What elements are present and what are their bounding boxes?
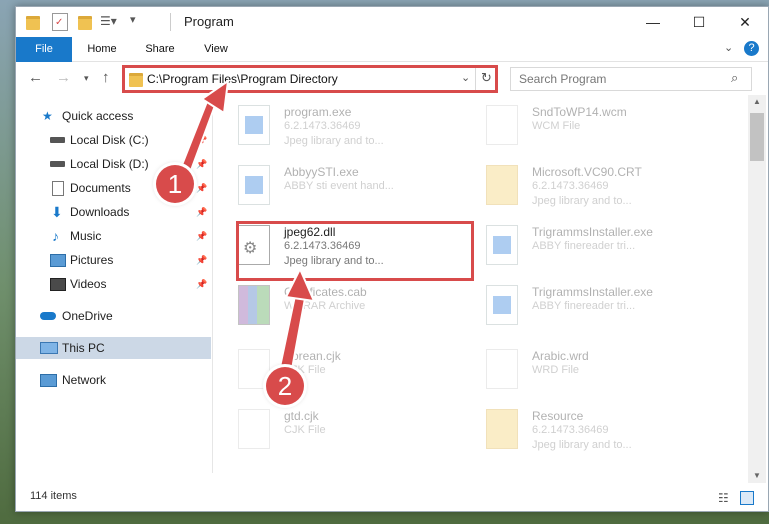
scroll-thumb[interactable] bbox=[750, 113, 764, 161]
file-item-sndtowp14-wcm[interactable]: SndToWP14.wcm WCM File bbox=[464, 99, 704, 155]
folder-icon bbox=[486, 165, 518, 205]
folder-icon bbox=[486, 409, 518, 449]
address-dropdown-icon[interactable]: ⌄ bbox=[461, 71, 470, 84]
folder-icon bbox=[26, 16, 40, 30]
file-item-abbyysti-exe[interactable]: AbbyySTI.exe ABBY sti event hand... bbox=[216, 159, 456, 215]
music-icon: ♪ bbox=[52, 228, 59, 244]
blank-file-icon bbox=[238, 409, 270, 449]
tab-home[interactable]: Home bbox=[78, 37, 126, 61]
sidebar-item-videos[interactable]: Videos 📌 bbox=[16, 273, 211, 295]
recent-locations-chevron-icon[interactable]: ▾ bbox=[84, 73, 89, 84]
sidebar-item-music[interactable]: ♪ Music 📌 bbox=[16, 225, 211, 247]
drive-icon bbox=[50, 137, 65, 143]
refresh-icon[interactable]: ↻ bbox=[481, 70, 492, 86]
title-divider bbox=[170, 13, 171, 31]
sidebar-item-onedrive[interactable]: OneDrive bbox=[16, 305, 211, 327]
step-1-badge: 1 bbox=[156, 165, 194, 203]
blank-file-icon bbox=[486, 349, 518, 389]
maximize-button[interactable]: ☐ bbox=[676, 7, 722, 37]
item-count: 114 items bbox=[30, 490, 77, 502]
pin-icon[interactable]: 📌 bbox=[196, 273, 207, 295]
sidebar-item-pictures[interactable]: Pictures 📌 bbox=[16, 249, 211, 271]
expand-ribbon-icon[interactable]: ⌄ bbox=[724, 41, 733, 54]
pin-icon[interactable]: 📌 bbox=[196, 201, 207, 223]
network-icon bbox=[40, 374, 57, 387]
vertical-scrollbar[interactable]: ▲ ▼ bbox=[748, 95, 766, 483]
address-path: C:\Program Files\Program Directory bbox=[147, 72, 338, 86]
sidebar-item-quick-access[interactable]: ★ Quick access bbox=[16, 105, 211, 127]
file-item-program-exe[interactable]: program.exe 6.2.1473.36469 Jpeg library … bbox=[216, 99, 456, 155]
file-explorer-window: ✓ ☰▾ ▾ Program — ☐ ✕ File Home Share Vie… bbox=[15, 6, 769, 512]
large-icons-view-icon[interactable] bbox=[740, 491, 754, 505]
navigation-pane: ★ Quick access Local Disk (C:) 📌 Local D… bbox=[16, 97, 211, 481]
file-item-trigrammsinstaller-exe-2[interactable]: TrigrammsInstaller.exe ABBY finereader t… bbox=[464, 279, 704, 335]
tab-share[interactable]: Share bbox=[136, 37, 184, 61]
winrar-archive-icon bbox=[238, 285, 270, 325]
tab-view[interactable]: View bbox=[192, 37, 240, 61]
ribbon-tabs: File Home Share View ⌄ ? bbox=[16, 37, 768, 93]
videos-icon bbox=[50, 278, 66, 291]
search-input[interactable]: Search Program bbox=[519, 72, 606, 86]
blank-file-icon bbox=[486, 105, 518, 145]
drive-icon bbox=[50, 161, 65, 167]
address-bar[interactable]: C:\Program Files\Program Directory ⌄ ↻ bbox=[124, 67, 498, 91]
exe-icon bbox=[486, 225, 518, 265]
window-title: Program bbox=[184, 14, 234, 29]
file-item-trigrammsinstaller-exe[interactable]: TrigrammsInstaller.exe ABBY finereader t… bbox=[464, 219, 704, 275]
pane-divider[interactable] bbox=[212, 95, 213, 473]
status-bar: 114 items ☷ bbox=[16, 485, 768, 511]
file-item-korean-cjk[interactable]: Korean.cjk CJK File bbox=[216, 343, 456, 399]
scroll-up-arrow-icon[interactable]: ▲ bbox=[748, 95, 766, 109]
pin-icon[interactable]: 📌 bbox=[196, 177, 207, 199]
customize-toolbar-icon[interactable]: ☰▾ bbox=[100, 14, 117, 32]
new-folder-icon[interactable] bbox=[78, 16, 92, 30]
file-item-certificates-cab[interactable]: Certificates.cab WinRAR Archive bbox=[216, 279, 456, 335]
pin-icon[interactable]: 📌 bbox=[196, 153, 207, 175]
sidebar-item-downloads[interactable]: ⬇ Downloads 📌 bbox=[16, 201, 211, 223]
step-2-badge: 2 bbox=[266, 367, 304, 405]
minimize-button[interactable]: — bbox=[630, 7, 676, 37]
sidebar-item-network[interactable]: Network bbox=[16, 369, 211, 391]
star-icon: ★ bbox=[42, 109, 53, 123]
back-arrow-icon[interactable]: ← bbox=[28, 69, 43, 86]
pin-icon[interactable]: 📌 bbox=[196, 249, 207, 271]
downloads-icon: ⬇ bbox=[51, 204, 63, 220]
search-icon: ⌕ bbox=[731, 70, 739, 85]
navigation-bar: ← → ▾ ↑ C:\Program Files\Program Directo… bbox=[16, 62, 768, 94]
file-item-microsoft-vc90-crt[interactable]: Microsoft.VC90.CRT 6.2.1473.36469 Jpeg l… bbox=[464, 159, 704, 215]
help-icon[interactable]: ? bbox=[744, 41, 759, 56]
file-item-arabic-wrd[interactable]: Arabic.wrd WRD File bbox=[464, 343, 704, 399]
pin-icon[interactable]: 📌 bbox=[196, 129, 207, 151]
search-box[interactable]: Search Program ⌕ bbox=[510, 67, 752, 91]
file-item-jpeg62-dll[interactable]: ⚙ jpeg62.dll 6.2.1473.36469 Jpeg library… bbox=[216, 219, 456, 275]
exe-icon bbox=[238, 165, 270, 205]
properties-icon[interactable]: ✓ bbox=[52, 13, 68, 31]
address-folder-icon bbox=[129, 73, 143, 87]
exe-icon bbox=[238, 105, 270, 145]
pc-icon bbox=[40, 342, 58, 354]
file-item-resource[interactable]: Resource 6.2.1473.36469 Jpeg library and… bbox=[464, 403, 704, 459]
title-bar: ✓ ☰▾ ▾ Program — ☐ ✕ bbox=[16, 7, 768, 37]
pin-icon[interactable]: 📌 bbox=[196, 225, 207, 247]
quick-access-dropdown-icon[interactable]: ▾ bbox=[130, 13, 136, 31]
sidebar-item-local-disk-c[interactable]: Local Disk (C:) 📌 bbox=[16, 129, 211, 151]
file-item-gtd-cjk[interactable]: gtd.cjk CJK File bbox=[216, 403, 456, 459]
up-arrow-icon[interactable]: ↑ bbox=[102, 69, 110, 86]
scroll-down-arrow-icon[interactable]: ▼ bbox=[748, 469, 766, 483]
close-button[interactable]: ✕ bbox=[722, 7, 768, 37]
pictures-icon bbox=[50, 254, 66, 267]
documents-icon bbox=[52, 181, 64, 196]
cloud-icon bbox=[40, 312, 56, 320]
exe-icon bbox=[486, 285, 518, 325]
file-list: program.exe 6.2.1473.36469 Jpeg library … bbox=[216, 95, 746, 483]
dll-gear-icon: ⚙ bbox=[238, 225, 270, 265]
forward-arrow-icon[interactable]: → bbox=[56, 69, 71, 86]
details-view-icon[interactable]: ☷ bbox=[718, 491, 729, 505]
sidebar-item-this-pc[interactable]: This PC bbox=[16, 337, 211, 359]
